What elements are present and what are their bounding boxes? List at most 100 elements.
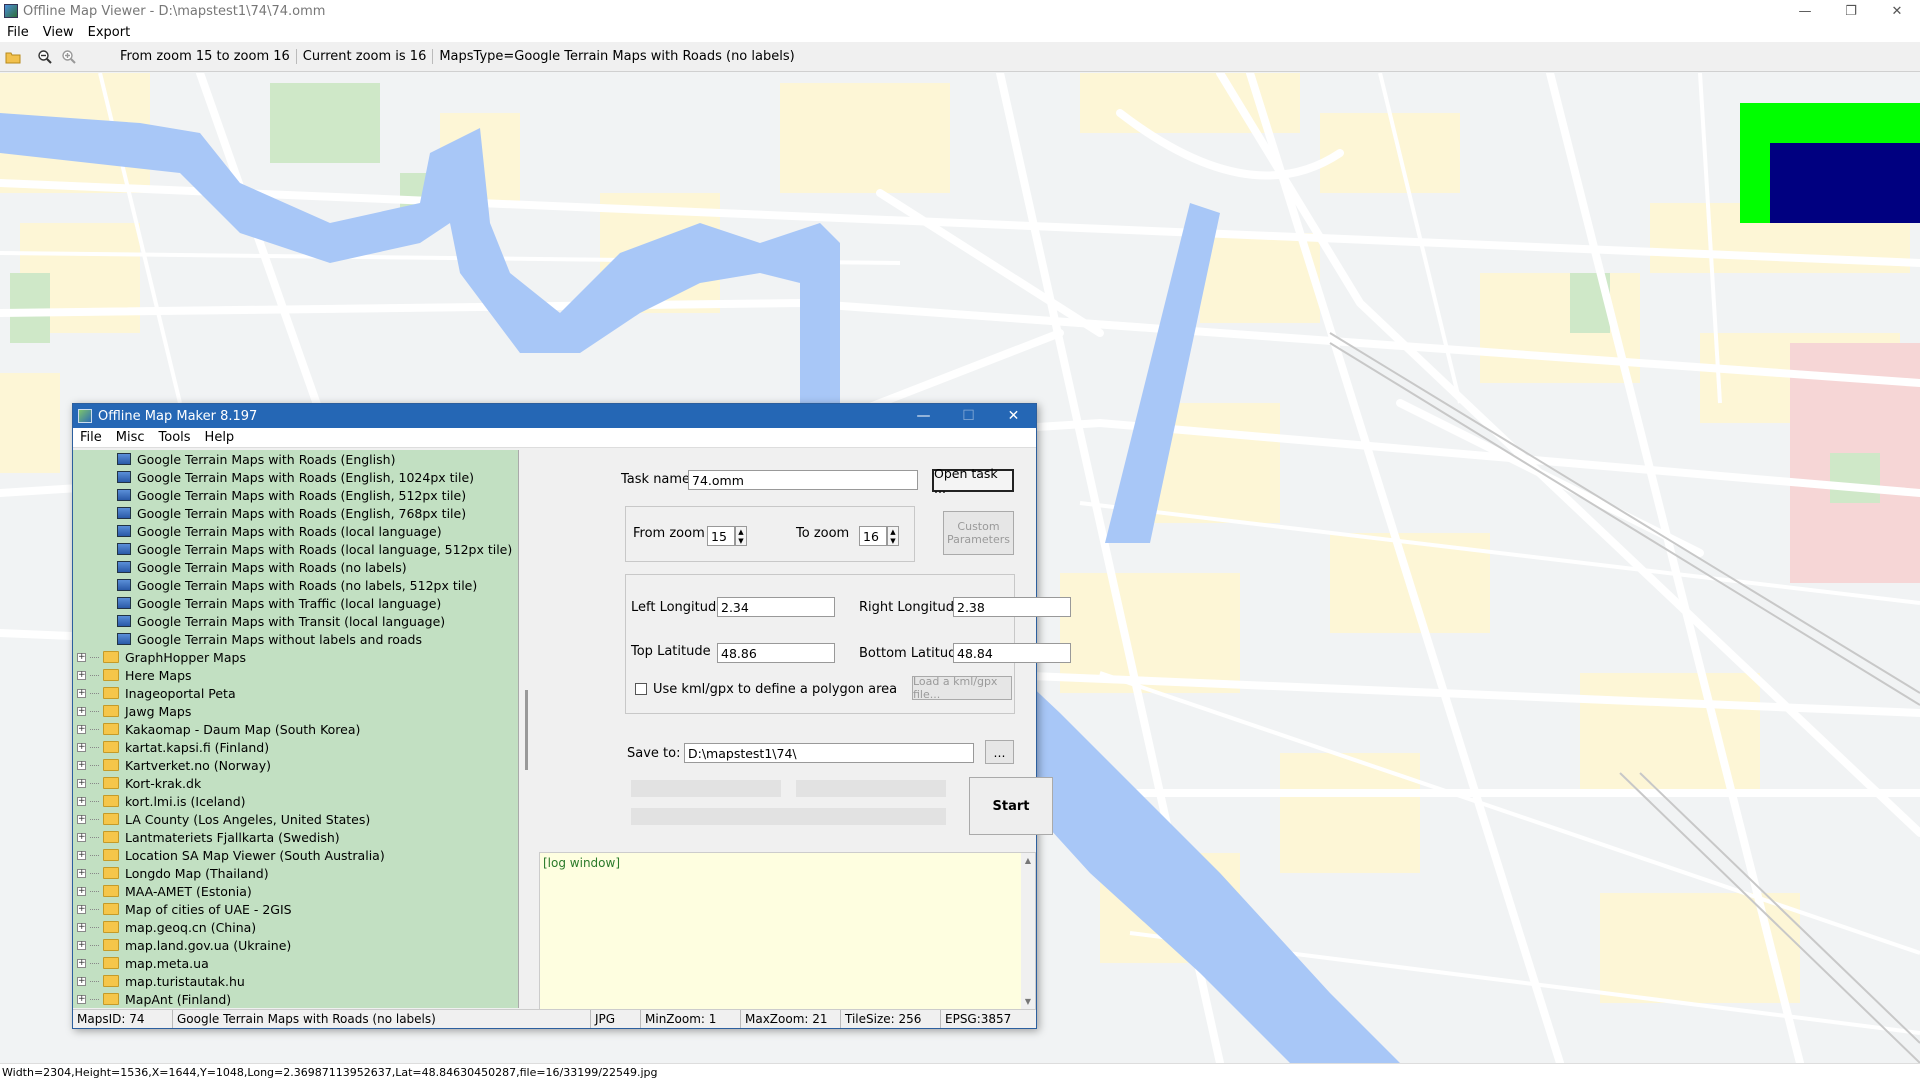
tree-map-item[interactable]: Google Terrain Maps with Traffic (local …	[73, 594, 518, 612]
tree-scrollbar[interactable]	[521, 450, 535, 1008]
expand-icon[interactable]: +	[77, 652, 86, 662]
dialog-close-button[interactable]: ✕	[991, 404, 1036, 428]
tree-folder-item[interactable]: + Inageoportal Peta	[73, 684, 518, 702]
tree-item-label: Google Terrain Maps with Roads (local la…	[137, 541, 513, 557]
expand-icon[interactable]: +	[77, 850, 86, 860]
expand-icon[interactable]: +	[77, 796, 86, 806]
tree-folder-item[interactable]: + Kartverket.no (Norway)	[73, 756, 518, 774]
menu-export[interactable]: Export	[81, 25, 138, 40]
tree-map-item[interactable]: Google Terrain Maps with Roads (local la…	[73, 540, 518, 558]
dialog-menu-help[interactable]: Help	[198, 430, 242, 445]
map-source-tree[interactable]: Google Terrain Maps with Roads (English)…	[73, 450, 519, 1008]
expand-icon[interactable]: +	[77, 688, 86, 698]
map-layer-icon	[117, 471, 131, 483]
tree-folder-item[interactable]: + map.land.gov.ua (Ukraine)	[73, 936, 518, 954]
tree-connector	[90, 710, 99, 712]
map-layer-icon	[117, 579, 131, 591]
expand-icon[interactable]: +	[77, 778, 86, 788]
expand-icon[interactable]: +	[77, 760, 86, 770]
menu-view[interactable]: View	[36, 25, 81, 40]
tree-folder-item[interactable]: + map.meta.ua	[73, 954, 518, 972]
log-window[interactable]: [log window] ▲ ▼	[539, 852, 1036, 1010]
dialog-menu-tools[interactable]: Tools	[152, 430, 198, 445]
tree-map-item[interactable]: Google Terrain Maps with Roads (no label…	[73, 558, 518, 576]
task-name-input[interactable]: 74.omm	[688, 470, 918, 490]
minimize-button[interactable]: —	[1782, 0, 1828, 22]
dialog-menu-misc[interactable]: Misc	[109, 430, 152, 445]
expand-icon[interactable]: +	[77, 742, 86, 752]
tree-folder-item[interactable]: + map.geoq.cn (China)	[73, 918, 518, 936]
scroll-down-icon[interactable]: ▼	[1025, 997, 1031, 1006]
expand-icon[interactable]: +	[77, 904, 86, 914]
folder-icon	[103, 975, 119, 987]
expand-icon[interactable]: +	[77, 958, 86, 968]
tree-map-item[interactable]: Google Terrain Maps with Roads (English)	[73, 450, 518, 468]
top-latitude-input[interactable]: 48.86	[717, 643, 835, 663]
scroll-up-icon[interactable]: ▲	[1025, 856, 1031, 865]
expand-icon[interactable]: +	[77, 832, 86, 842]
tree-folder-item[interactable]: + kort.lmi.is (Iceland)	[73, 792, 518, 810]
expand-icon[interactable]: +	[77, 886, 86, 896]
tree-map-item[interactable]: Google Terrain Maps without labels and r…	[73, 630, 518, 648]
right-longitude-input[interactable]: 2.38	[953, 597, 1071, 617]
expand-icon[interactable]: +	[77, 868, 86, 878]
save-to-input[interactable]: D:\mapstest1\74\	[684, 743, 974, 763]
use-kml-checkbox[interactable]	[635, 683, 647, 695]
tree-folder-item[interactable]: + GraphHopper Maps	[73, 648, 518, 666]
expand-icon[interactable]: +	[77, 994, 86, 1004]
dialog-menu-file[interactable]: File	[73, 430, 109, 445]
expand-icon[interactable]: +	[77, 976, 86, 986]
tree-folder-item[interactable]: + Here Maps	[73, 666, 518, 684]
tree-map-item[interactable]: Google Terrain Maps with Roads (no label…	[73, 576, 518, 594]
tree-map-item[interactable]: Google Terrain Maps with Roads (local la…	[73, 522, 518, 540]
expand-icon[interactable]: +	[77, 922, 86, 932]
menu-file[interactable]: File	[0, 25, 36, 40]
tree-folder-item[interactable]: + Lantmateriets Fjallkarta (Swedish)	[73, 828, 518, 846]
open-task-button[interactable]: Open task ...	[932, 466, 1014, 496]
tree-folder-item[interactable]: + Map of cities of UAE - 2GIS	[73, 900, 518, 918]
expand-icon[interactable]: +	[77, 706, 86, 716]
tree-folder-item[interactable]: + MAA-AMET (Estonia)	[73, 882, 518, 900]
tree-map-item[interactable]: Google Terrain Maps with Roads (English,…	[73, 504, 518, 522]
tree-folder-item[interactable]: + MapAnt (Finland)	[73, 990, 518, 1008]
expand-icon[interactable]: +	[77, 670, 86, 680]
folder-icon	[103, 885, 119, 897]
tree-map-item[interactable]: Google Terrain Maps with Roads (English,…	[73, 468, 518, 486]
log-scrollbar[interactable]: ▲ ▼	[1021, 853, 1035, 1009]
tree-folder-item[interactable]: + kartat.kapsi.fi (Finland)	[73, 738, 518, 756]
to-zoom-input[interactable]: 16	[859, 526, 887, 546]
from-zoom-input[interactable]: 15	[707, 526, 735, 546]
tree-folder-label: Lantmateriets Fjallkarta (Swedish)	[125, 829, 340, 845]
app-icon	[4, 4, 18, 18]
tree-folder-item[interactable]: + Jawg Maps	[73, 702, 518, 720]
restore-button[interactable]: ❐	[1828, 0, 1874, 22]
folder-icon	[103, 705, 119, 717]
from-zoom-label: From zoom	[633, 526, 705, 541]
zoom-out-icon[interactable]	[34, 46, 56, 68]
tree-map-item[interactable]: Google Terrain Maps with Transit (local …	[73, 612, 518, 630]
to-zoom-spinner[interactable]: ▲ ▼	[887, 526, 899, 546]
tree-folder-item[interactable]: + LA County (Los Angeles, United States)	[73, 810, 518, 828]
tree-folder-item[interactable]: + Kort-krak.dk	[73, 774, 518, 792]
dialog-minimize-button[interactable]: —	[901, 404, 946, 428]
left-longitude-input[interactable]: 2.34	[717, 597, 835, 617]
tree-folder-item[interactable]: + Location SA Map Viewer (South Australia…	[73, 846, 518, 864]
expand-icon[interactable]: +	[77, 940, 86, 950]
expand-icon[interactable]: +	[77, 724, 86, 734]
tree-folder-label: kort.lmi.is (Iceland)	[125, 793, 246, 809]
from-zoom-spinner[interactable]: ▲ ▼	[735, 526, 747, 546]
tree-folder-item[interactable]: + Longdo Map (Thailand)	[73, 864, 518, 882]
tree-item-label: Google Terrain Maps without labels and r…	[137, 631, 422, 647]
tree-connector	[90, 908, 99, 910]
tree-scroll-thumb[interactable]	[525, 690, 528, 770]
bottom-latitude-input[interactable]: 48.84	[953, 643, 1071, 663]
close-button[interactable]: ✕	[1874, 0, 1920, 22]
tree-folder-item[interactable]: + Kakaomap - Daum Map (South Korea)	[73, 720, 518, 738]
zoom-in-icon[interactable]	[58, 46, 80, 68]
tree-map-item[interactable]: Google Terrain Maps with Roads (English,…	[73, 486, 518, 504]
expand-icon[interactable]: +	[77, 814, 86, 824]
browse-button[interactable]: ...	[985, 740, 1014, 764]
open-folder-icon[interactable]	[2, 46, 24, 68]
tree-folder-item[interactable]: + map.turistautak.hu	[73, 972, 518, 990]
start-button[interactable]: Start	[969, 777, 1053, 835]
